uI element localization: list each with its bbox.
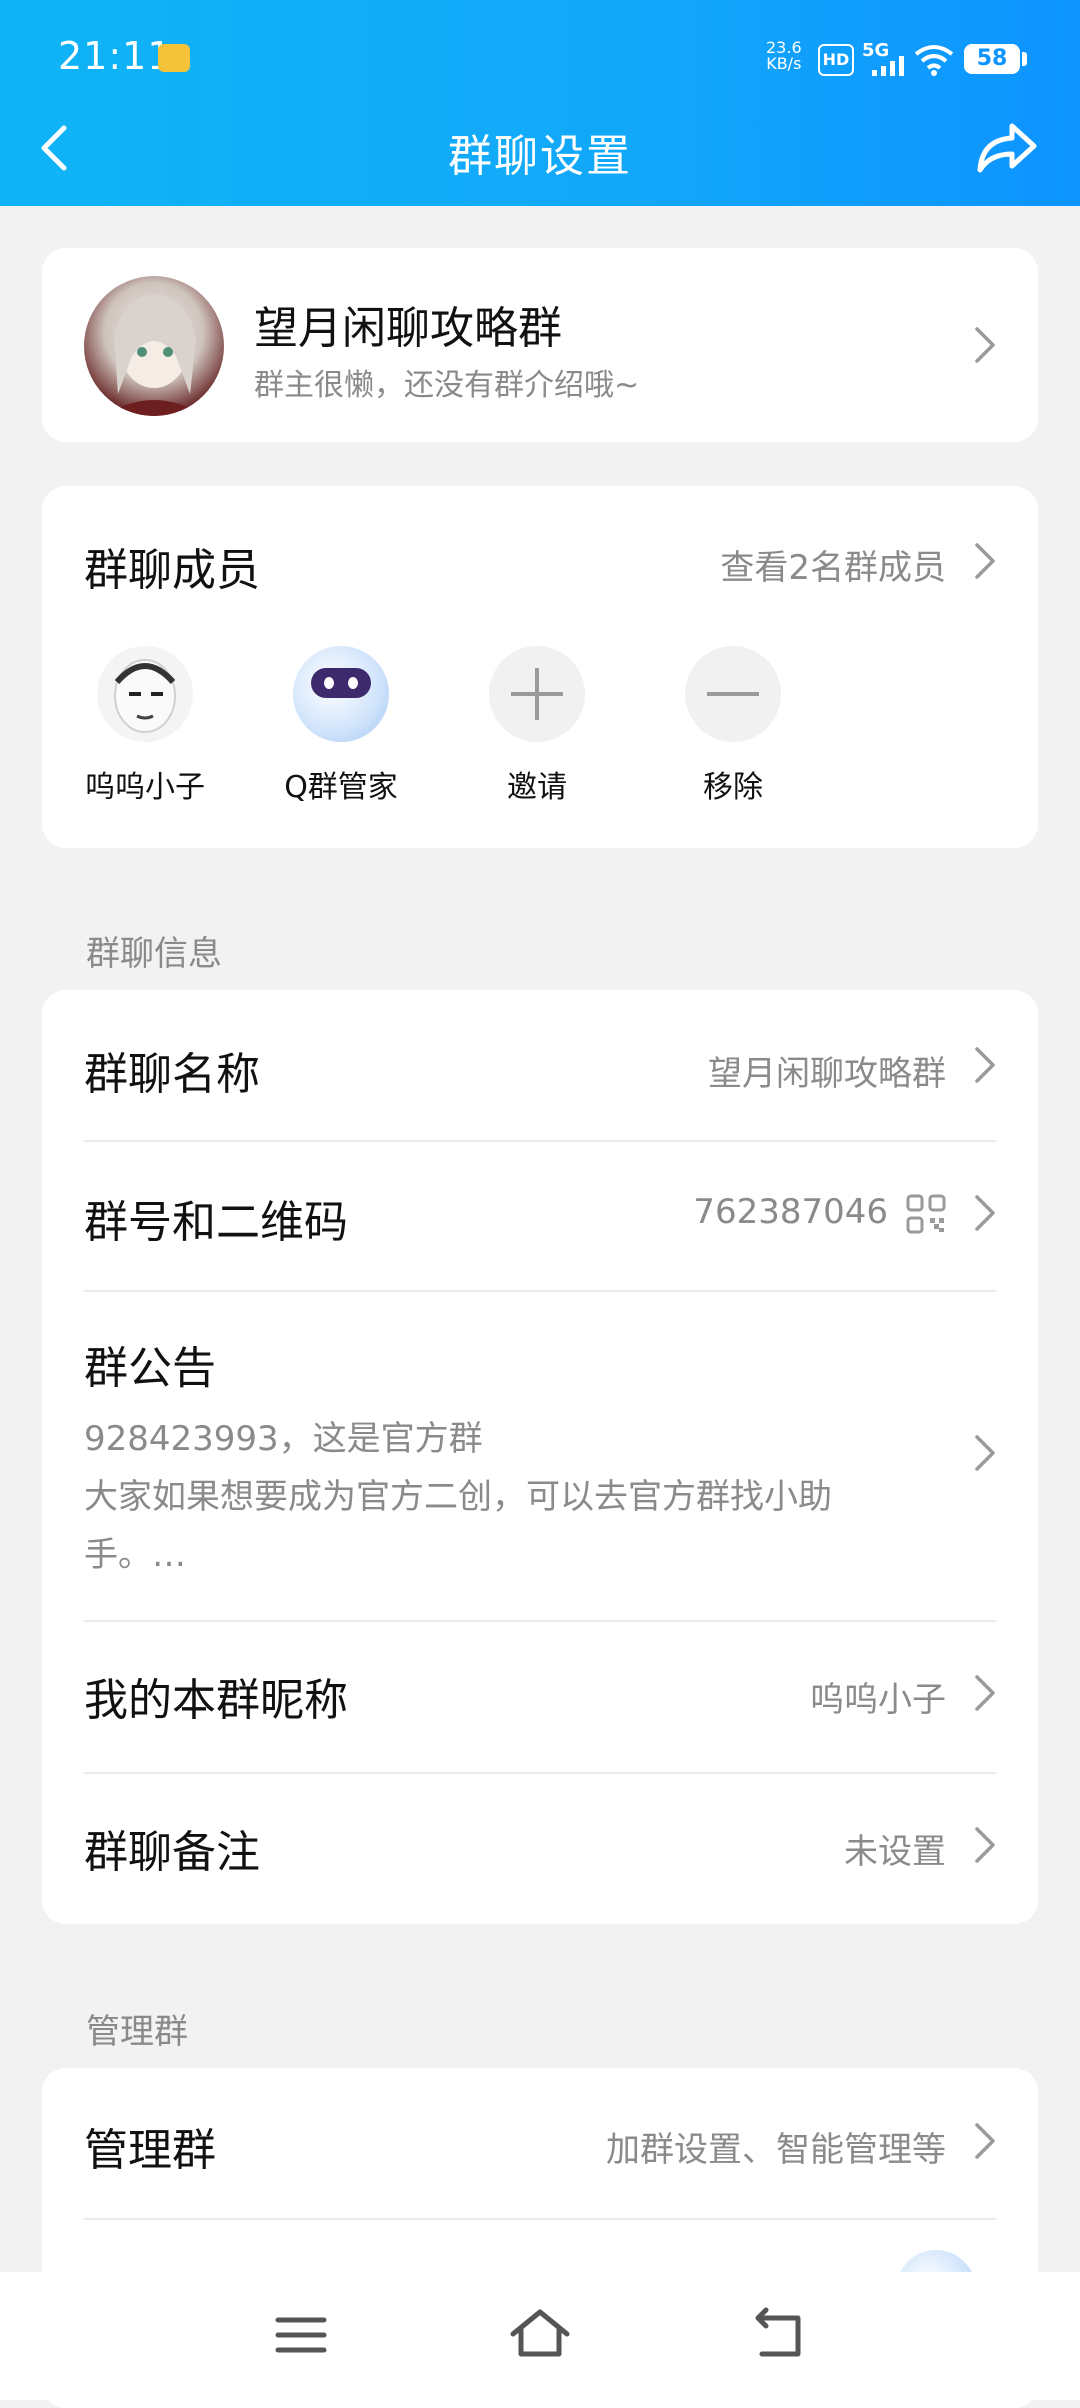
qr-code-icon bbox=[906, 1194, 946, 1234]
share-button[interactable] bbox=[972, 112, 1042, 182]
chevron-right-icon bbox=[974, 2122, 996, 2160]
member-item[interactable]: Q群管家 bbox=[266, 646, 416, 806]
status-time: 21:11 bbox=[58, 34, 173, 78]
announcement-line: 928423993，这是官方群 bbox=[84, 1419, 483, 1459]
share-icon bbox=[977, 123, 1037, 173]
row-value: 呜呜小子 bbox=[810, 1680, 946, 1720]
member-label: Q群管家 bbox=[284, 770, 398, 805]
group-profile-card[interactable]: 望月闲聊攻略群 群主很懒，还没有群介绍哦~ bbox=[42, 248, 1038, 442]
group-name: 望月闲聊攻略群 bbox=[254, 303, 562, 354]
header: 21:11 23.6 KB/s HD 5G 58 群聊设置 bbox=[0, 0, 1080, 206]
group-number-qr-row[interactable]: 群号和二维码 762387046 bbox=[42, 1142, 1038, 1290]
group-name-row[interactable]: 群聊名称 望月闲聊攻略群 bbox=[42, 990, 1038, 1140]
group-description: 群主很懒，还没有群介绍哦~ bbox=[254, 368, 640, 403]
row-label: 群聊备注 bbox=[84, 1827, 260, 1878]
chevron-right-icon[interactable] bbox=[974, 542, 996, 580]
divider bbox=[84, 2218, 996, 2220]
hd-icon: HD bbox=[818, 44, 854, 76]
app-notification-icon bbox=[158, 44, 190, 72]
back-icon bbox=[755, 2307, 801, 2357]
page-title: 群聊设置 bbox=[448, 131, 632, 182]
row-label: 群聊名称 bbox=[84, 1049, 260, 1100]
network-speed-unit: KB/s bbox=[766, 54, 802, 73]
plus-icon bbox=[489, 646, 585, 742]
member-item[interactable]: 呜呜小子 bbox=[70, 646, 220, 806]
manage-group-row[interactable]: 管理群 加群设置、智能管理等 bbox=[42, 2068, 1038, 2218]
announcement-line: 手。… bbox=[84, 1535, 186, 1575]
members-card: 群聊成员 查看2名群成员 呜呜小子 Q群管家 邀请 移除 bbox=[42, 486, 1038, 848]
home-button[interactable] bbox=[505, 2300, 575, 2370]
chevron-right-icon bbox=[974, 1194, 996, 1232]
announcement-row[interactable]: 群公告 928423993，这是官方群 大家如果想要成为官方二创，可以去官方群找… bbox=[42, 1292, 1038, 1608]
announcement-line: 大家如果想要成为官方二创，可以去官方群找小助 bbox=[84, 1477, 832, 1517]
section-label-admin: 管理群 bbox=[86, 2012, 188, 2052]
chevron-right-icon bbox=[974, 326, 996, 364]
minus-icon bbox=[685, 646, 781, 742]
row-value: 未设置 bbox=[844, 1832, 946, 1872]
signal-bars-icon bbox=[872, 56, 904, 76]
group-avatar bbox=[84, 276, 224, 416]
home-icon bbox=[510, 2309, 570, 2357]
group-remark-row[interactable]: 群聊备注 未设置 bbox=[42, 1774, 1038, 1924]
status-bar: 21:11 23.6 KB/s HD 5G 58 bbox=[0, 0, 1080, 110]
row-label: 群号和二维码 bbox=[84, 1197, 348, 1248]
row-label: 我的本群昵称 bbox=[84, 1675, 348, 1726]
system-nav-bar bbox=[0, 2272, 1080, 2400]
view-all-members-link[interactable]: 查看2名群成员 bbox=[720, 540, 946, 589]
member-avatar bbox=[97, 646, 193, 742]
avatar-illustration bbox=[104, 294, 204, 416]
my-nickname-row[interactable]: 我的本群昵称 呜呜小子 bbox=[42, 1622, 1038, 1772]
row-label: 群公告 bbox=[84, 1343, 216, 1394]
row-value: 加群设置、智能管理等 bbox=[606, 2130, 946, 2170]
battery-icon: 58 bbox=[964, 44, 1020, 74]
remove-button[interactable]: 移除 bbox=[658, 646, 808, 806]
battery-tip bbox=[1022, 52, 1027, 66]
invite-label: 邀请 bbox=[507, 770, 567, 805]
info-card: 群聊名称 望月闲聊攻略群 群号和二维码 762387046 群公告 928423… bbox=[42, 990, 1038, 1924]
menu-button[interactable] bbox=[266, 2300, 336, 2370]
row-value: 望月闲聊攻略群 bbox=[708, 1054, 946, 1094]
chevron-right-icon bbox=[974, 1434, 996, 1472]
members-title: 群聊成员 bbox=[84, 545, 260, 596]
group-number: 762387046 bbox=[693, 1192, 888, 1232]
network-speed: 23.6 KB/s bbox=[766, 40, 802, 72]
bot-avatar bbox=[293, 646, 389, 742]
member-label: 呜呜小子 bbox=[85, 770, 205, 805]
wifi-icon bbox=[914, 45, 954, 76]
remove-label: 移除 bbox=[703, 770, 763, 805]
announcement-text: 928423993，这是官方群 大家如果想要成为官方二创，可以去官方群找小助 手… bbox=[84, 1410, 964, 1584]
row-label: 管理群 bbox=[84, 2125, 216, 2176]
back-nav-button[interactable] bbox=[744, 2300, 814, 2370]
menu-icon bbox=[275, 2317, 327, 2353]
chevron-right-icon bbox=[974, 1674, 996, 1712]
chevron-right-icon bbox=[974, 1046, 996, 1084]
invite-button[interactable]: 邀请 bbox=[462, 646, 612, 806]
chevron-right-icon bbox=[974, 1826, 996, 1864]
section-label-info: 群聊信息 bbox=[86, 934, 222, 974]
